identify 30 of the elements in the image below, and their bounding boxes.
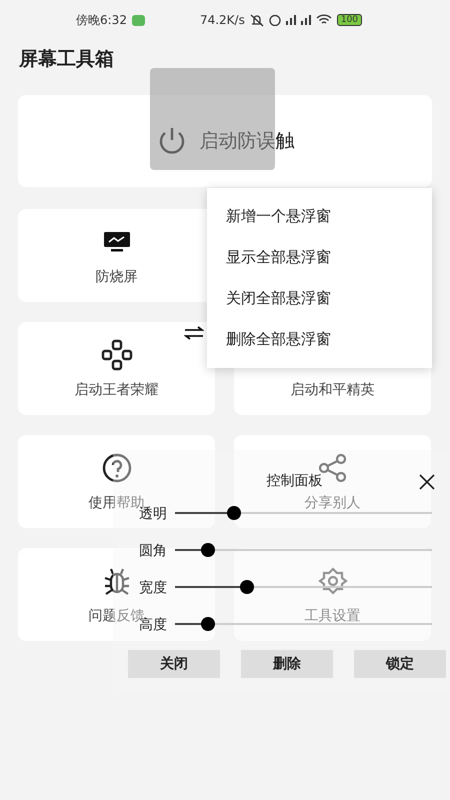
app-notification-icon	[132, 14, 145, 26]
close-icon[interactable]	[418, 473, 436, 491]
floating-window[interactable]	[150, 68, 275, 170]
tile-label: 工具设置	[304, 606, 360, 624]
panel-title: 控制面板	[266, 473, 322, 489]
panel-button[interactable]: 锁定	[354, 650, 446, 678]
wifi-icon	[316, 14, 332, 26]
main-card-label: 启动防误触	[200, 129, 294, 154]
gamepad-icon	[100, 338, 132, 370]
signal-icon	[300, 15, 311, 25]
tool-tile[interactable]: 启动王者荣耀	[18, 322, 215, 415]
tile-label: 启动和平精英	[290, 380, 374, 398]
signal-icon	[286, 15, 296, 25]
help-icon	[100, 452, 132, 484]
battery-level: 100	[336, 14, 362, 26]
panel-button[interactable]: 删除	[241, 650, 333, 678]
main-card[interactable]: 启动防误触	[18, 95, 432, 187]
tile-label: 启动王者荣耀	[74, 380, 158, 398]
alarm-icon	[268, 14, 281, 26]
panel-button[interactable]: 关闭	[128, 650, 220, 678]
network-speed: 74.2K/s	[200, 13, 245, 27]
tile-label: 防烧屏	[96, 268, 138, 286]
status-time: 傍晚6:32	[76, 12, 127, 28]
tile-label: 分享别人	[304, 494, 360, 512]
slider-label: 宽度	[139, 580, 167, 596]
swap-icon[interactable]	[184, 326, 204, 340]
monitor-icon	[102, 230, 130, 252]
bug-icon	[102, 566, 132, 596]
app-title: 屏幕工具箱	[18, 47, 115, 72]
mute-bell-icon	[250, 13, 264, 27]
